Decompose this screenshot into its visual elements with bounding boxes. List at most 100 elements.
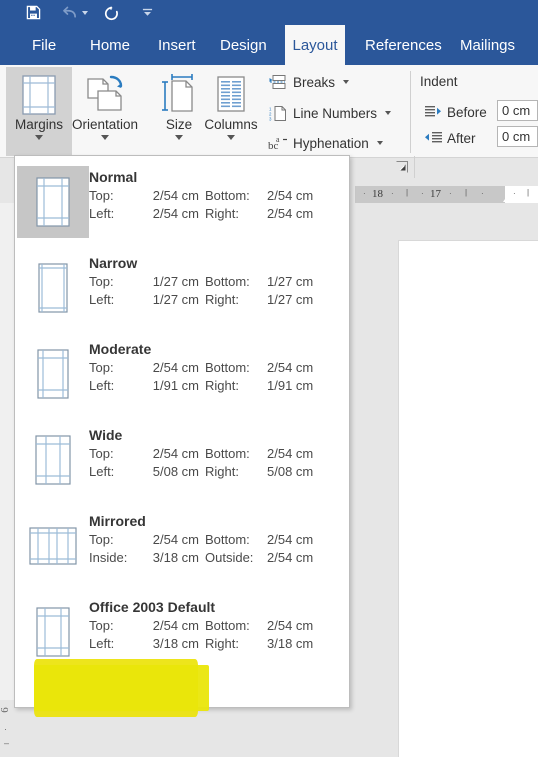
tab-label: Mailings (460, 36, 516, 54)
label: Left: (89, 292, 115, 307)
value: 1/91 cm (152, 378, 199, 393)
chevron-down-icon (343, 80, 350, 84)
value: 2/54 cm (267, 618, 314, 633)
value: 2/54 cm (152, 360, 199, 375)
tab-mailings[interactable]: Mailings (450, 25, 525, 65)
page-setup-dialog-launcher[interactable] (395, 160, 409, 174)
label: Left: (89, 636, 115, 651)
margin-values-grid: Top: 2/54 cm Bottom: 2/54 cm Inside: 3/1… (89, 531, 327, 567)
chevron-down-icon (35, 135, 43, 140)
ruler-number: 17 (430, 188, 441, 200)
label: Bottom: (205, 360, 250, 375)
tab-layout[interactable]: Layout (285, 25, 345, 65)
word-application-window: File Home Insert Design Layout Reference… (0, 0, 538, 757)
redo-icon[interactable] (100, 0, 122, 25)
label: Top: (89, 618, 114, 633)
chevron-down-icon (101, 135, 109, 140)
margin-preset-wide[interactable]: Wide Top: 2/54 cm Bottom: 2/54 cm Left: … (15, 420, 351, 504)
left-indent-marker[interactable] (503, 193, 515, 202)
margins-dropdown-icon[interactable] (35, 135, 43, 140)
save-icon[interactable] (22, 0, 44, 25)
value: 2/54 cm (152, 188, 199, 203)
tab-design[interactable]: Design (210, 25, 277, 65)
columns-label: Columns (204, 117, 258, 132)
margins-button[interactable]: Margins (6, 67, 72, 156)
label: Right: (205, 378, 239, 393)
margin-thumbnail-moderate (17, 338, 89, 410)
chevron-down-icon (175, 135, 183, 140)
tab-label: Design (220, 36, 267, 54)
hyphenation-icon: bc a (268, 133, 288, 153)
margin-thumbnail-normal (17, 166, 89, 238)
ruler-tick: · (421, 189, 424, 198)
orientation-dropdown-icon[interactable] (101, 135, 109, 140)
ruler-tick: | (527, 188, 530, 197)
margin-preset-normal[interactable]: Normal Top: 2/54 cm Bottom: 2/54 cm Left… (15, 162, 351, 246)
ruler-tick: | (465, 188, 468, 197)
line-numbers-button[interactable]: 1 2 3 Line Numbers (268, 101, 392, 125)
tab-home[interactable]: Home (80, 25, 140, 65)
label: Top: (89, 274, 114, 289)
value: 2/54 cm (267, 550, 314, 565)
tab-references[interactable]: References (355, 25, 452, 65)
value: 1/91 cm (267, 378, 314, 393)
chevron-down-icon (376, 141, 383, 145)
label: Top: (89, 360, 114, 375)
margin-preset-title: Mirrored (89, 513, 146, 529)
margin-thumbnail-narrow (17, 252, 89, 324)
svg-text:a: a (276, 135, 280, 144)
group-separator (410, 71, 411, 153)
label: Right: (205, 292, 239, 307)
vertical-ruler[interactable]: 6 · – (0, 700, 14, 757)
size-dropdown-icon[interactable] (175, 135, 183, 140)
left-gutter (0, 203, 14, 757)
size-icon (160, 72, 198, 118)
indent-after-input[interactable]: 0 cm (497, 126, 538, 147)
ruler-tick: · (363, 189, 366, 198)
undo-dropdown-icon[interactable] (80, 0, 90, 25)
indent-before-icon (424, 104, 442, 120)
margin-preset-office-2003-default[interactable]: Office 2003 Default Top: 2/54 cm Bottom:… (15, 592, 351, 676)
label: Bottom: (205, 618, 250, 633)
indent-before-input[interactable]: 0 cm (497, 100, 538, 121)
orientation-button[interactable]: Orientation (72, 67, 138, 156)
value: 2/54 cm (267, 360, 314, 375)
tab-file[interactable]: File (22, 25, 66, 65)
label: Top: (89, 188, 114, 203)
indent-after-icon (424, 130, 442, 146)
chevron-down-icon (227, 135, 235, 140)
horizontal-ruler[interactable]: · 18 · | · 17 · | · · | (355, 186, 538, 203)
margin-thumbnail-wide (17, 424, 89, 496)
indent-before-label: Before (447, 104, 487, 120)
label: Outside: (205, 550, 254, 565)
columns-dropdown-icon[interactable] (227, 135, 235, 140)
margin-thumbnail-office-2003-default (17, 596, 89, 668)
indent-before-row: Before (424, 101, 487, 123)
margin-preset-text: Wide Top: 2/54 cm Bottom: 2/54 cm Left: … (89, 420, 327, 481)
tab-label: References (365, 36, 442, 54)
tab-insert[interactable]: Insert (148, 25, 206, 65)
value: 3/18 cm (152, 636, 199, 651)
value: 5/08 cm (152, 464, 199, 479)
hyphenation-button[interactable]: bc a Hyphenation (268, 131, 383, 155)
margin-preset-mirrored[interactable]: Mirrored Top: 2/54 cm Bottom: 2/54 cm In… (15, 506, 351, 590)
label: Right: (205, 464, 239, 479)
margin-preset-title: Office 2003 Default (89, 599, 216, 615)
label: Top: (89, 532, 114, 547)
value: 3/18 cm (152, 550, 199, 565)
customize-qat-icon[interactable] (138, 0, 156, 25)
margin-preset-narrow[interactable]: Narrow Top: 1/27 cm Bottom: 1/27 cm Left… (15, 248, 351, 332)
columns-button[interactable]: Columns (198, 67, 264, 156)
margin-preset-moderate[interactable]: Moderate Top: 2/54 cm Bottom: 2/54 cm Le… (15, 334, 351, 418)
breaks-icon (268, 72, 288, 92)
value: 1/27 cm (267, 274, 314, 289)
breaks-button[interactable]: Breaks (268, 70, 350, 94)
label: Right: (205, 636, 239, 651)
margin-preset-title: Narrow (89, 255, 138, 271)
tab-label: File (32, 36, 57, 54)
label: Left: (89, 206, 115, 221)
ribbon-tab-bar: File Home Insert Design Layout Reference… (0, 25, 538, 65)
ruler-tick: · (391, 189, 394, 198)
document-page[interactable] (398, 240, 538, 757)
undo-icon[interactable] (58, 0, 80, 25)
